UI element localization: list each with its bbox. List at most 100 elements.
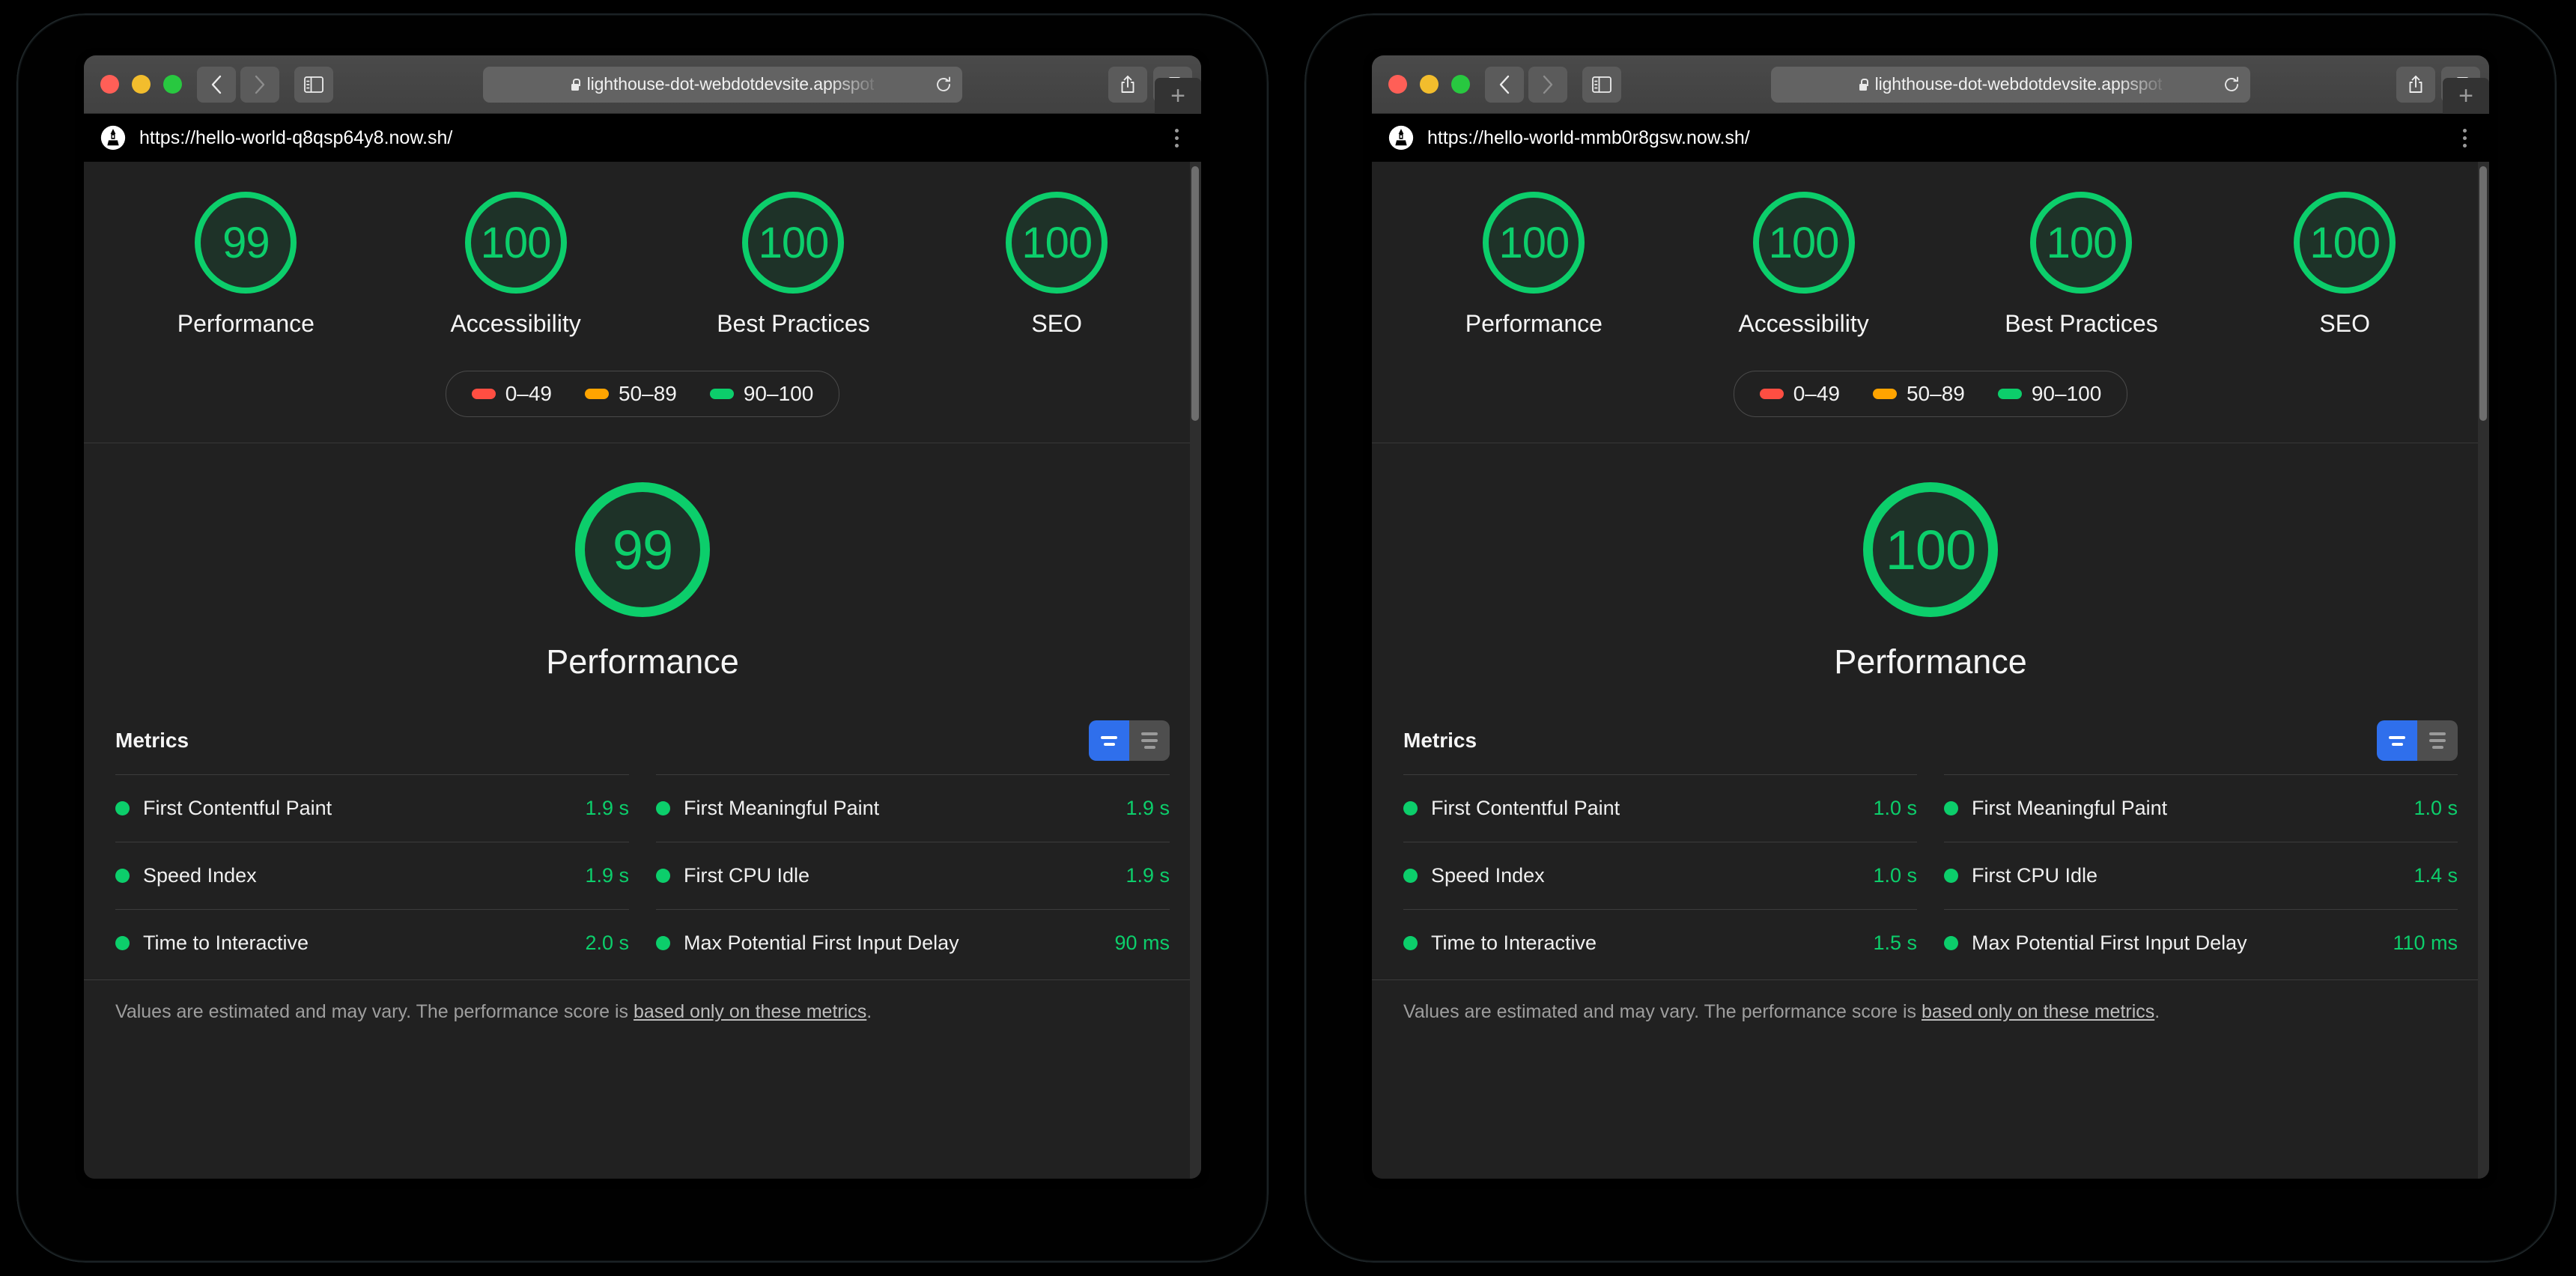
report-scrollbar[interactable] bbox=[1190, 162, 1201, 1179]
category-gauge-performance[interactable]: 100 Performance bbox=[1465, 192, 1603, 338]
metric-row[interactable]: First Meaningful Paint 1.9 s bbox=[656, 774, 1170, 842]
minimize-window-button[interactable] bbox=[132, 75, 151, 94]
metric-name: First Contentful Paint bbox=[143, 797, 332, 819]
metrics-view-toggle[interactable] bbox=[2377, 720, 2458, 761]
category-gauge-best-practices[interactable]: 100 Best Practices bbox=[2005, 192, 2158, 338]
metric-status-icon bbox=[115, 936, 130, 950]
metric-name: Speed Index bbox=[143, 864, 257, 887]
chevron-left-icon bbox=[1499, 75, 1510, 94]
lighthouse-logo-icon bbox=[1388, 125, 1414, 151]
category-gauge-seo[interactable]: 100 SEO bbox=[1006, 192, 1108, 338]
category-gauges: 100 Performance 100 Accessibility 100 Be… bbox=[1372, 192, 2489, 338]
category-gauge-seo[interactable]: 100 SEO bbox=[2294, 192, 2396, 338]
back-button[interactable] bbox=[1485, 66, 1524, 103]
metric-row[interactable]: Time to Interactive 1.5 s bbox=[1403, 909, 1917, 976]
more-options-button[interactable] bbox=[1170, 126, 1183, 151]
toggle-grid-view[interactable] bbox=[2377, 720, 2417, 761]
legend-label: 50–89 bbox=[618, 382, 677, 405]
browser-window-left: lighthouse-dot-webdotdevsite.appspot + h… bbox=[84, 55, 1201, 1179]
metric-status-icon bbox=[1403, 936, 1418, 950]
metric-value: 1.0 s bbox=[1873, 864, 1917, 887]
disclaimer-text: Values are estimated and may vary. The p… bbox=[115, 1001, 634, 1022]
metric-status-icon bbox=[656, 869, 670, 883]
metrics-view-toggle[interactable] bbox=[1089, 720, 1170, 761]
chevron-left-icon bbox=[211, 75, 222, 94]
legend-label: 0–49 bbox=[505, 382, 552, 405]
metric-name: Time to Interactive bbox=[1431, 932, 1597, 954]
metric-row[interactable]: First Contentful Paint 1.9 s bbox=[115, 774, 629, 842]
lighthouse-page-header: https://hello-world-mmb0r8gsw.now.sh/ bbox=[1372, 114, 2489, 162]
metric-name: First CPU Idle bbox=[684, 864, 810, 887]
forward-button[interactable] bbox=[1528, 66, 1567, 103]
address-bar-content: lighthouse-dot-webdotdevsite.appspot bbox=[1859, 74, 2162, 94]
minimize-window-button[interactable] bbox=[1420, 75, 1439, 94]
address-bar[interactable]: lighthouse-dot-webdotdevsite.appspot bbox=[482, 66, 962, 103]
performance-gauge: 99 Performance bbox=[84, 482, 1201, 681]
chevron-right-icon bbox=[1543, 75, 1553, 94]
metric-value: 110 ms bbox=[2393, 932, 2458, 954]
metric-name: First Contentful Paint bbox=[1431, 797, 1620, 819]
category-gauge-best-practices[interactable]: 100 Best Practices bbox=[717, 192, 870, 338]
close-window-button[interactable] bbox=[100, 75, 119, 94]
metric-row[interactable]: Time to Interactive 2.0 s bbox=[115, 909, 629, 976]
scrollbar-thumb[interactable] bbox=[1191, 166, 1199, 421]
gauge-label: Accessibility bbox=[450, 310, 581, 337]
performance-section: 100 Performance Metrics First Contentful… bbox=[1372, 443, 2489, 1023]
disclaimer-link[interactable]: based only on these metrics bbox=[634, 1001, 866, 1022]
reload-button[interactable] bbox=[935, 76, 952, 93]
address-bar-content: lighthouse-dot-webdotdevsite.appspot bbox=[571, 74, 874, 94]
legend-label: 50–89 bbox=[1906, 382, 1965, 405]
category-scores-section: 100 Performance 100 Accessibility 100 Be… bbox=[1372, 162, 2489, 443]
toggle-grid-view[interactable] bbox=[1089, 720, 1129, 761]
metric-row[interactable]: Speed Index 1.9 s bbox=[115, 842, 629, 909]
metric-row[interactable]: Max Potential First Input Delay 90 ms bbox=[656, 909, 1170, 976]
more-options-button[interactable] bbox=[2458, 126, 2471, 151]
gauge-label: Accessibility bbox=[1738, 310, 1869, 337]
category-scores-section: 99 Performance 100 Accessibility 100 Bes… bbox=[84, 162, 1201, 443]
address-bar[interactable]: lighthouse-dot-webdotdevsite.appspot bbox=[1770, 66, 2250, 103]
legend-item-average: 50–89 bbox=[1872, 382, 1965, 406]
report-scrollbar[interactable] bbox=[2478, 162, 2489, 1179]
show-sidebar-button[interactable] bbox=[1582, 66, 1621, 103]
reload-icon bbox=[2224, 76, 2238, 91]
metric-row[interactable]: Speed Index 1.0 s bbox=[1403, 842, 1917, 909]
maximize-window-button[interactable] bbox=[163, 75, 182, 94]
metric-row[interactable]: First Contentful Paint 1.0 s bbox=[1403, 774, 1917, 842]
category-gauge-accessibility[interactable]: 100 Accessibility bbox=[1738, 192, 1869, 338]
metric-row[interactable]: First Meaningful Paint 1.0 s bbox=[1944, 774, 2458, 842]
show-sidebar-button[interactable] bbox=[294, 66, 333, 103]
performance-label: Performance bbox=[1834, 642, 2027, 681]
metric-row[interactable]: First CPU Idle 1.9 s bbox=[656, 842, 1170, 909]
disclaimer-link[interactable]: based only on these metrics bbox=[1922, 1001, 2154, 1022]
back-button[interactable] bbox=[197, 66, 236, 103]
legend-item-average: 50–89 bbox=[584, 382, 677, 406]
new-tab-button[interactable]: + bbox=[1155, 78, 1201, 114]
legend-label: 90–100 bbox=[743, 382, 814, 405]
audited-page-url: https://hello-world-mmb0r8gsw.now.sh/ bbox=[1427, 127, 1750, 148]
gauge-label: Performance bbox=[1465, 310, 1603, 337]
metric-row[interactable]: First CPU Idle 1.4 s bbox=[1944, 842, 2458, 909]
toggle-list-view[interactable] bbox=[1129, 720, 1170, 761]
metric-value: 1.9 s bbox=[1126, 797, 1170, 819]
sidebar-icon bbox=[1592, 76, 1611, 93]
share-button[interactable] bbox=[2396, 66, 2435, 103]
close-window-button[interactable] bbox=[1388, 75, 1407, 94]
reload-button[interactable] bbox=[2223, 76, 2240, 93]
share-icon bbox=[1121, 75, 1134, 93]
toggle-list-view[interactable] bbox=[2417, 720, 2458, 761]
category-gauge-performance[interactable]: 99 Performance bbox=[177, 192, 315, 338]
forward-button[interactable] bbox=[240, 66, 279, 103]
metric-status-icon bbox=[1403, 801, 1418, 815]
metrics-block: Metrics First Contentful Paint 1.9 s Fir… bbox=[84, 681, 1201, 976]
lighthouse-page-header: https://hello-world-q8qsp64y8.now.sh/ bbox=[84, 114, 1201, 162]
scrollbar-thumb[interactable] bbox=[2479, 166, 2487, 421]
maximize-window-button[interactable] bbox=[1451, 75, 1470, 94]
metric-row[interactable]: Max Potential First Input Delay 110 ms bbox=[1944, 909, 2458, 976]
metric-value: 1.0 s bbox=[2414, 797, 2458, 819]
gauge-label: Best Practices bbox=[2005, 310, 2158, 337]
performance-score: 100 bbox=[1863, 482, 1998, 617]
metrics-grid: First Contentful Paint 1.0 s First Meani… bbox=[1403, 774, 2458, 976]
category-gauge-accessibility[interactable]: 100 Accessibility bbox=[450, 192, 581, 338]
share-button[interactable] bbox=[1108, 66, 1147, 103]
new-tab-button[interactable]: + bbox=[2443, 78, 2489, 114]
